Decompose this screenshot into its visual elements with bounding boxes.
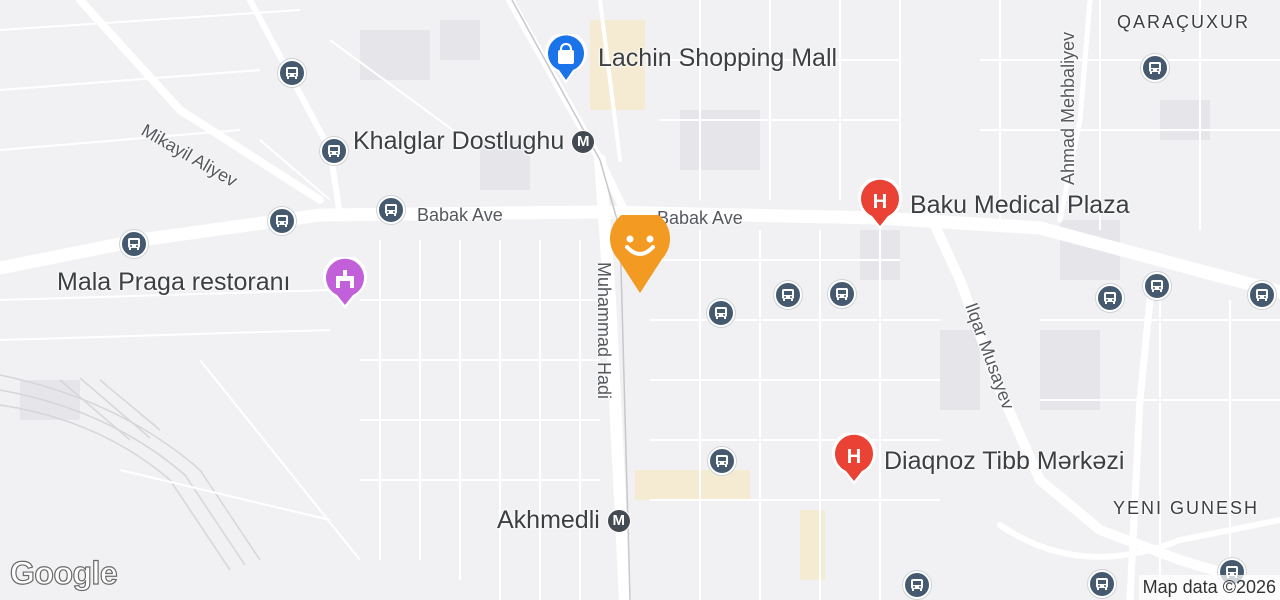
metro-station-khalglar-dostlughu[interactable]: Khalglar Dostlughu M xyxy=(353,127,596,156)
bus-stop-icon[interactable] xyxy=(1141,54,1169,82)
restaurant-icon[interactable] xyxy=(321,257,369,311)
metro-station-label: Khalglar Dostlughu xyxy=(353,127,565,155)
bus-stop-icon[interactable] xyxy=(1143,272,1171,300)
map-view[interactable]: Babak Ave Babak Ave Mikayil Aliyev Muham… xyxy=(0,0,1280,600)
bus-stop-icon[interactable] xyxy=(268,207,296,235)
district-yeni-gunesh: YENI GUNESH xyxy=(1113,498,1260,518)
bus-stop-icon[interactable] xyxy=(377,196,405,224)
bus-stop-icon[interactable] xyxy=(1096,284,1124,312)
bus-stop-icon[interactable] xyxy=(707,299,735,327)
metro-icon: M xyxy=(606,509,631,534)
hospital-marker-letter: H xyxy=(847,446,861,468)
metro-icon: M xyxy=(571,130,596,155)
bus-stop-icon[interactable] xyxy=(903,571,931,599)
bus-stop-icon[interactable] xyxy=(1088,570,1116,598)
hospital-icon[interactable]: H xyxy=(830,433,878,487)
metro-station-label: Akhmedli xyxy=(497,506,600,534)
poi-label-mala-praga-restorani[interactable]: Mala Praga restoranı xyxy=(57,268,290,297)
district-qaracuxur: QARAÇUXUR xyxy=(1117,12,1251,32)
bus-stop-icon[interactable] xyxy=(828,280,856,308)
poi-label-diaqnoz-tibb-merkezi[interactable]: Diaqnoz Tibb Mərkəzi xyxy=(884,447,1124,476)
poi-label-baku-medical-plaza[interactable]: Baku Medical Plaza xyxy=(910,191,1130,220)
metro-station-akhmedli[interactable]: Akhmedli M xyxy=(497,506,631,535)
bus-stop-icon[interactable] xyxy=(278,59,306,87)
bus-stop-icon[interactable] xyxy=(774,281,802,309)
hospital-icon[interactable]: H xyxy=(856,178,904,232)
bus-stop-icon[interactable] xyxy=(120,230,148,258)
location-smiley-icon[interactable] xyxy=(608,215,672,295)
hospital-marker-letter: H xyxy=(873,191,887,213)
bus-stop-icon[interactable] xyxy=(708,447,736,475)
map-attribution[interactable]: Map data ©2026 xyxy=(1138,575,1280,600)
bus-stop-icon[interactable] xyxy=(320,137,348,165)
poi-label-lachin-shopping-mall[interactable]: Lachin Shopping Mall xyxy=(598,44,837,73)
shopping-bag-icon[interactable] xyxy=(543,34,589,86)
road-label-babak-ave-west: Babak Ave xyxy=(417,205,503,225)
map-base xyxy=(0,0,1280,600)
google-logo: Google xyxy=(9,554,118,591)
road-label-ahmad-mehbaliyev: Ahmad Mehbaliyev xyxy=(1058,31,1078,185)
bus-stop-icon[interactable] xyxy=(1248,281,1276,309)
